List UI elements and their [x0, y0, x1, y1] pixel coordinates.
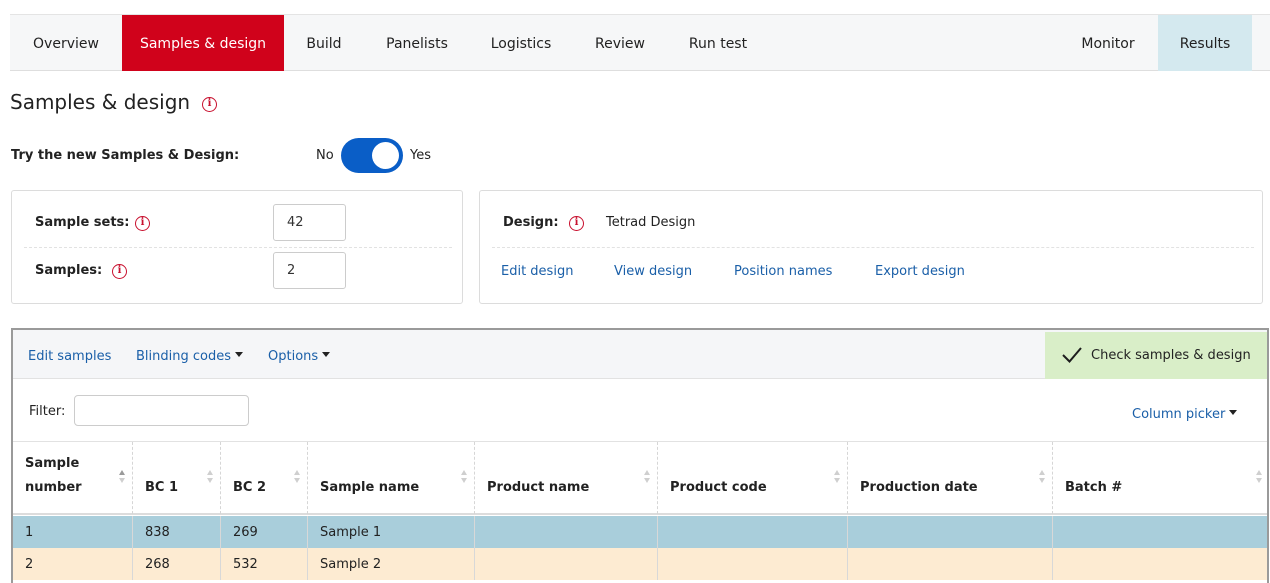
table-cell: 838 [133, 516, 221, 548]
table-cell [658, 516, 848, 548]
column-header-label: BC 2 [233, 480, 267, 495]
tab-monitor[interactable]: Monitor [1060, 15, 1156, 71]
filter-label: Filter: [29, 404, 66, 419]
table-cell [475, 548, 658, 580]
column-header-sample-name[interactable]: Sample name [308, 442, 475, 514]
table-cell: 268 [133, 548, 221, 580]
table-cell [1053, 548, 1267, 580]
table-cell: Sample 2 [308, 548, 475, 580]
tab-logistics[interactable]: Logistics [470, 15, 572, 71]
options-dropdown[interactable]: Options [268, 349, 331, 364]
new-design-toggle[interactable] [341, 138, 403, 173]
divider [492, 247, 1254, 248]
page-title: Samples & design [10, 90, 191, 114]
table-cell: 2 [13, 548, 133, 580]
samples-grid: Edit samples Blinding codes Options Chec… [11, 328, 1269, 583]
sort-arrows-icon[interactable] [834, 470, 842, 486]
column-header-bc2[interactable]: BC 2 [221, 442, 308, 514]
sort-arrows-icon[interactable] [461, 470, 469, 486]
tab-build[interactable]: Build [284, 15, 364, 71]
options-label: Options [268, 349, 319, 364]
column-header-production-date[interactable]: Production date [848, 442, 1053, 514]
position-names-link[interactable]: Position names [734, 264, 832, 279]
checkmark-icon [1062, 347, 1082, 363]
tab-samples-design[interactable]: Samples & design [122, 15, 284, 71]
check-samples-design-label: Check samples & design [1091, 348, 1251, 363]
samples-info-icon[interactable]: i [112, 264, 127, 279]
blinding-codes-dropdown[interactable]: Blinding codes [136, 349, 243, 364]
table-cell [848, 516, 1053, 548]
column-header-sample-number[interactable]: Sample number [13, 442, 133, 514]
divider [24, 247, 452, 248]
sample-sets-label: Sample sets: [35, 215, 130, 230]
info-icon[interactable]: i [202, 97, 217, 112]
table-row[interactable]: 1 838 269 Sample 1 [13, 516, 1267, 548]
table-cell [475, 516, 658, 548]
view-design-link[interactable]: View design [614, 264, 692, 279]
table-header: Sample number BC 1 BC 2 Sample name Produ… [13, 441, 1267, 515]
toggle-on-label: Yes [410, 148, 431, 163]
samples-label: Samples: [35, 263, 103, 278]
design-panel: Design: i Tetrad Design Edit design View… [479, 190, 1263, 304]
caret-down-icon [235, 352, 243, 357]
column-header-label: Production date [860, 480, 978, 495]
column-picker-dropdown[interactable]: Column picker [1132, 407, 1238, 422]
tab-review[interactable]: Review [572, 15, 668, 71]
column-header-label: Batch # [1065, 480, 1123, 495]
column-header-product-name[interactable]: Product name [475, 442, 658, 514]
sample-sets-info-icon[interactable]: i [135, 216, 150, 231]
samples-panel: Sample sets: i 42 Samples: i 2 [11, 190, 463, 304]
tab-panelists[interactable]: Panelists [364, 15, 470, 71]
column-header-label: Product code [670, 480, 767, 495]
filter-input[interactable] [74, 395, 249, 426]
caret-down-icon [1229, 410, 1238, 415]
table-cell: 269 [221, 516, 308, 548]
tab-run-test[interactable]: Run test [668, 15, 768, 71]
new-design-toggle-label: Try the new Samples & Design: [11, 148, 240, 163]
design-info-icon[interactable]: i [569, 216, 584, 231]
column-header-bc1[interactable]: BC 1 [133, 442, 221, 514]
table-cell: 532 [221, 548, 308, 580]
sort-arrows-icon[interactable] [119, 470, 127, 486]
grid-toolbar: Edit samples Blinding codes Options Chec… [13, 330, 1267, 379]
tab-results[interactable]: Results [1158, 15, 1252, 71]
edit-design-link[interactable]: Edit design [501, 264, 573, 279]
sort-arrows-icon[interactable] [1256, 470, 1264, 486]
column-header-label: Sample name [320, 480, 420, 495]
sort-arrows-icon[interactable] [294, 470, 302, 486]
toggle-knob [372, 142, 399, 169]
blinding-codes-label: Blinding codes [136, 349, 231, 364]
check-samples-design-button[interactable]: Check samples & design [1045, 332, 1267, 379]
column-header-label: Product name [487, 480, 590, 495]
table-cell: Sample 1 [308, 516, 475, 548]
table-row[interactable]: 2 268 532 Sample 2 [13, 548, 1267, 580]
tab-overview[interactable]: Overview [10, 15, 122, 71]
sort-arrows-icon[interactable] [207, 470, 215, 486]
table-cell [658, 548, 848, 580]
sort-arrows-icon[interactable] [644, 470, 652, 486]
table-cell [1053, 516, 1267, 548]
design-label: Design: [503, 215, 559, 230]
caret-down-icon [322, 352, 331, 357]
column-header-product-code[interactable]: Product code [658, 442, 848, 514]
samples-input[interactable]: 2 [273, 252, 346, 289]
sort-arrows-icon[interactable] [1039, 470, 1047, 486]
column-header-label: BC 1 [145, 480, 179, 495]
top-nav: Overview Samples & design Build Panelist… [10, 14, 1270, 71]
column-header-label: Sample number [25, 456, 82, 495]
sample-sets-input[interactable]: 42 [273, 204, 346, 241]
edit-samples-link[interactable]: Edit samples [28, 349, 111, 364]
toggle-off-label: No [316, 148, 334, 163]
design-value: Tetrad Design [606, 215, 696, 230]
column-header-batch[interactable]: Batch # [1053, 442, 1267, 514]
export-design-link[interactable]: Export design [875, 264, 965, 279]
table-cell: 1 [13, 516, 133, 548]
column-picker-label: Column picker [1132, 407, 1226, 422]
table-cell [848, 548, 1053, 580]
